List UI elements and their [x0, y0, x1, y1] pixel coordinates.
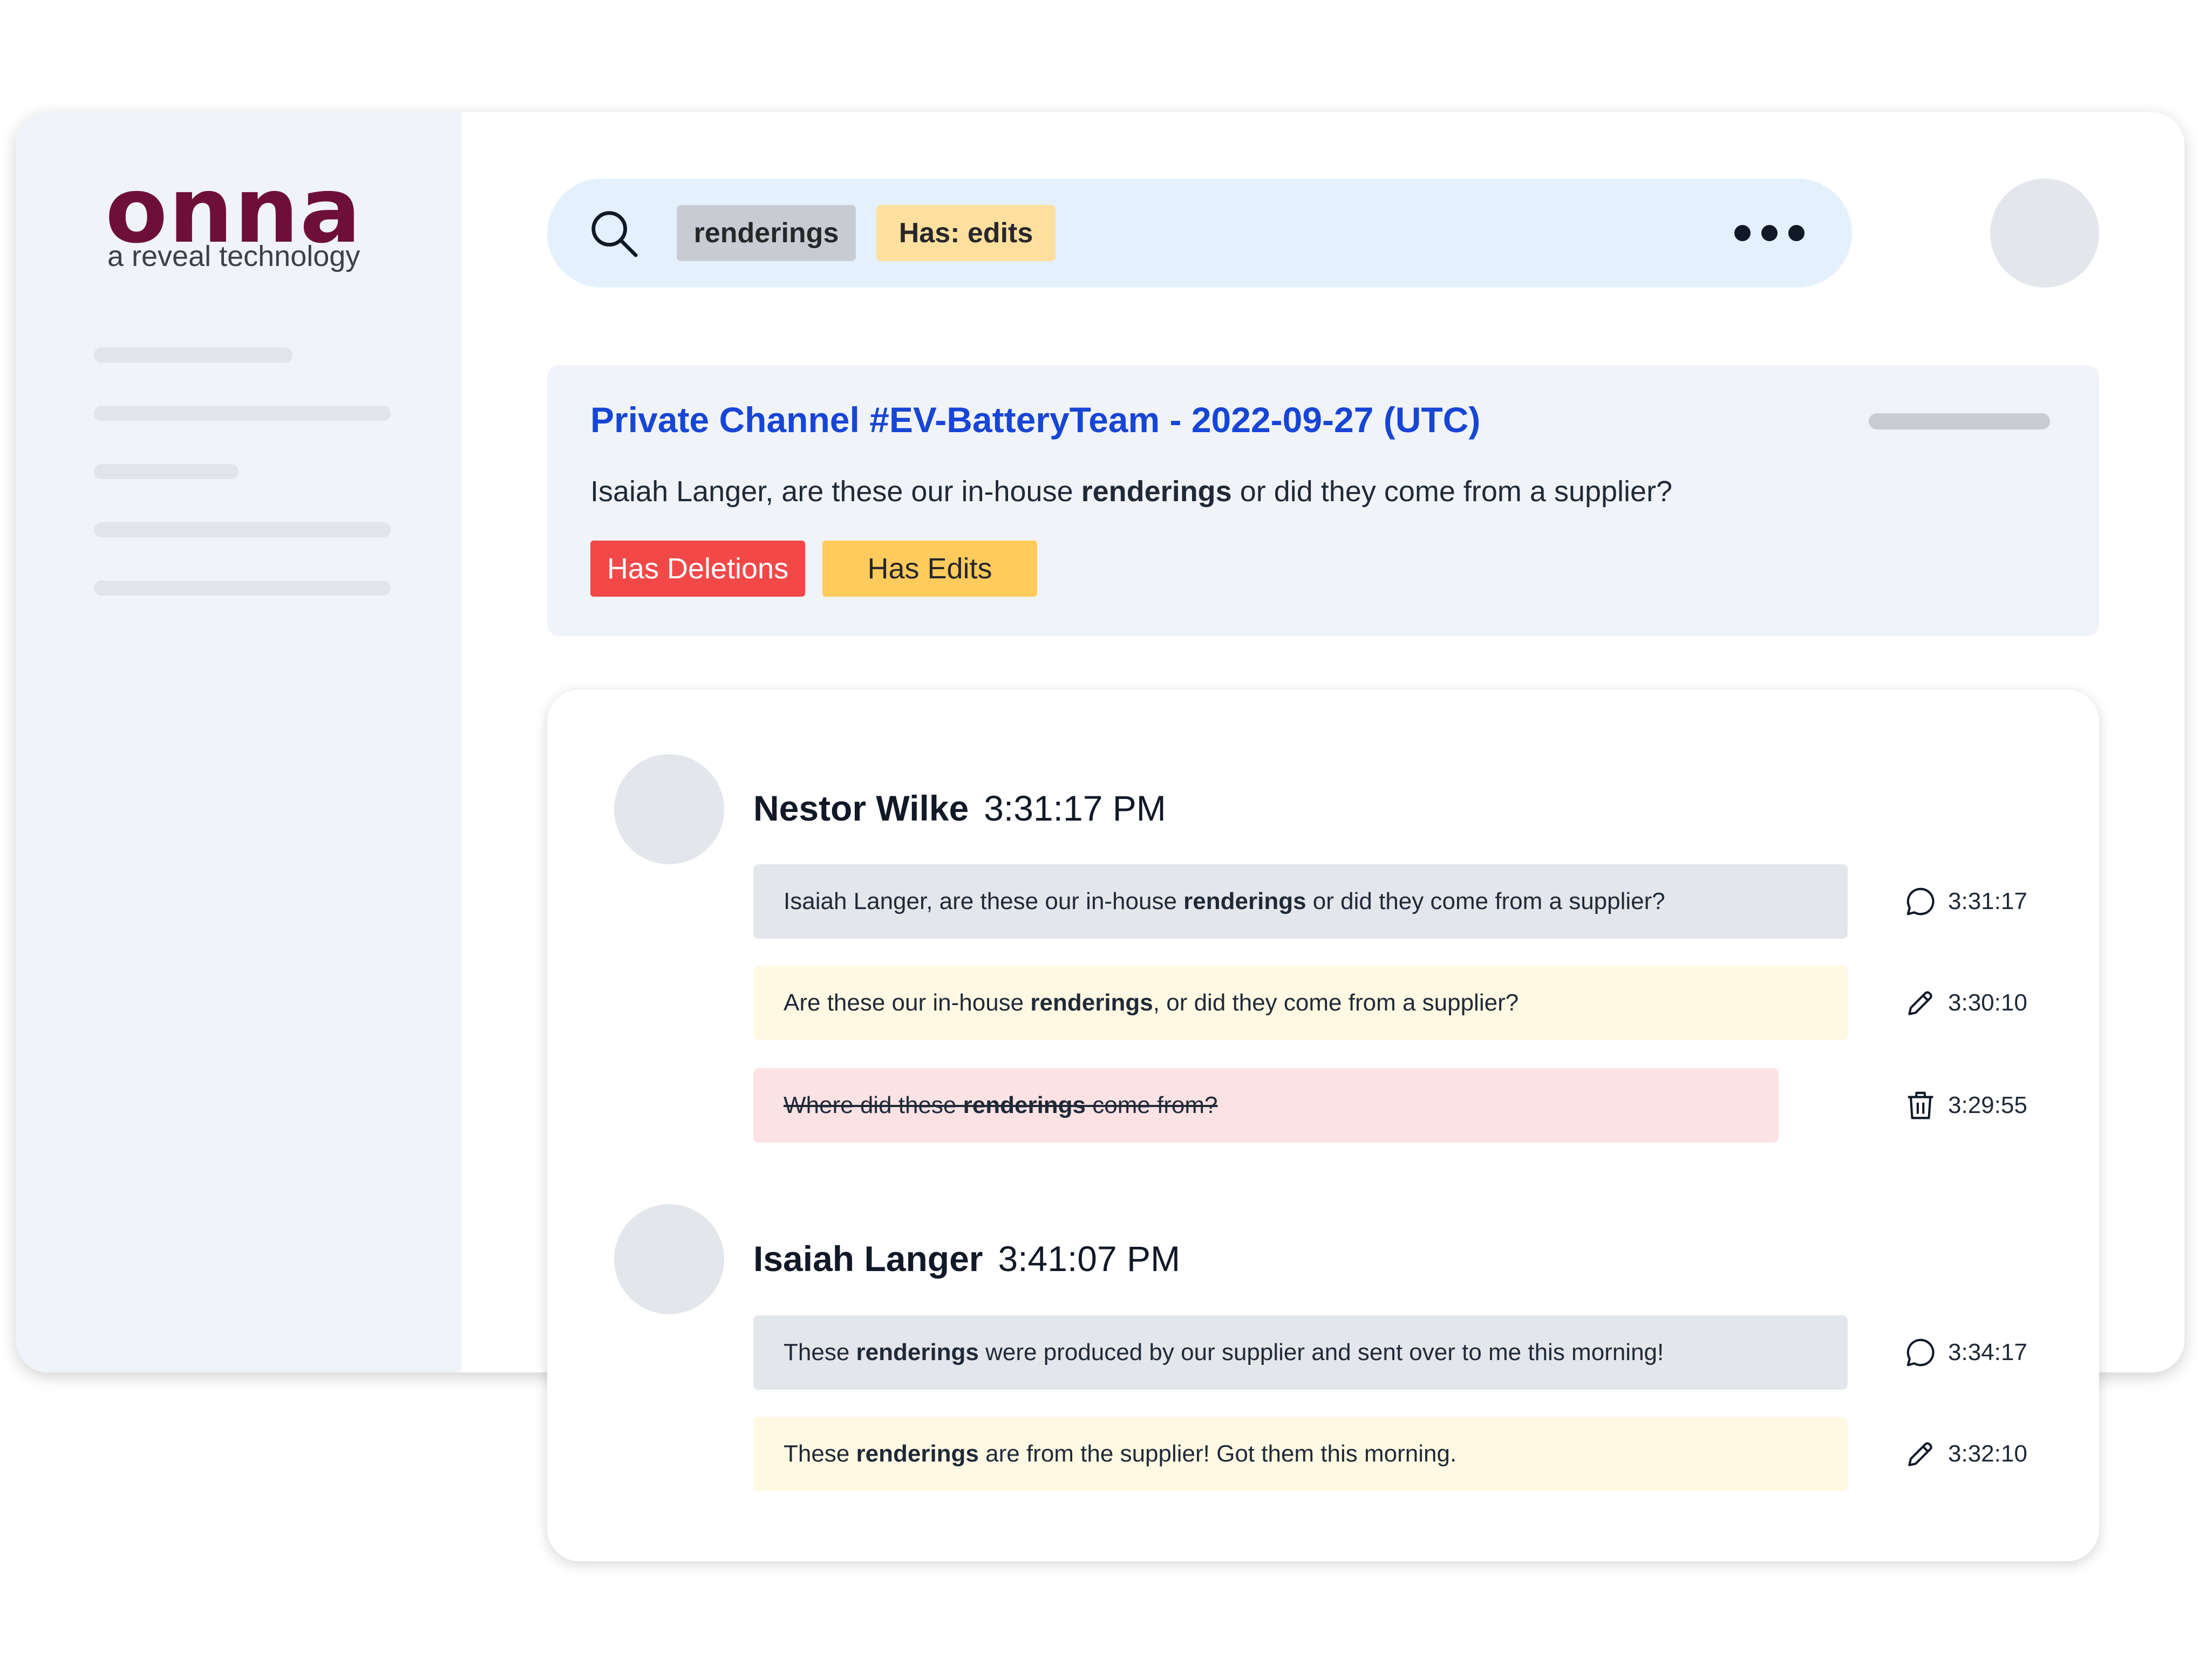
message-original: Isaiah Langer, are these our in-house re…	[753, 864, 1848, 939]
message-meta: 3:34:17	[1904, 1334, 2027, 1371]
avatar	[614, 1204, 724, 1314]
trash-icon	[1908, 1091, 1933, 1119]
message-author: Isaiah Langer 3:41:07 PM	[753, 1239, 1181, 1279]
tag-has-deletions[interactable]: Has Deletions	[590, 541, 805, 597]
message-original: These renderings were produced by our su…	[753, 1315, 1848, 1390]
tag-has-edits[interactable]: Has Edits	[822, 541, 1037, 597]
search-chip-keyword[interactable]: renderings	[677, 205, 856, 261]
pencil-icon	[1908, 1442, 1932, 1466]
avatar	[614, 754, 724, 864]
comment-icon	[1907, 1338, 1935, 1367]
user-avatar[interactable]	[1990, 179, 2099, 288]
comment-icon	[1907, 887, 1935, 916]
message-meta: 3:29:55	[1904, 1087, 2027, 1124]
message-author: Nestor Wilke 3:31:17 PM	[753, 788, 1166, 828]
sidebar-item-4[interactable]	[94, 522, 391, 537]
sidebar: onna a reveal technology	[16, 112, 461, 1372]
message-deleted: Where did these renderings come from?	[753, 1068, 1779, 1143]
pencil-icon	[1908, 991, 1932, 1015]
search-icon[interactable]	[588, 208, 639, 258]
sidebar-item-3[interactable]	[94, 464, 239, 479]
message-edit: These renderings are from the supplier! …	[753, 1417, 1848, 1491]
sidebar-item-5[interactable]	[94, 581, 391, 596]
result-snippet: Isaiah Langer, are these our in-house re…	[590, 475, 1673, 508]
sidebar-item-1[interactable]	[94, 347, 292, 363]
brand-tagline: a reveal technology	[107, 240, 360, 272]
message-meta: 3:32:10	[1904, 1435, 2027, 1473]
more-icon[interactable]	[1734, 217, 1805, 249]
search-chip-filter[interactable]: Has: edits	[876, 205, 1056, 261]
message-edit: Are these our in-house renderings, or di…	[753, 966, 1848, 1040]
message-meta: 3:30:10	[1904, 984, 2027, 1022]
sidebar-item-2[interactable]	[94, 406, 391, 421]
result-placeholder-bar	[1869, 413, 2050, 429]
message-meta: 3:31:17	[1904, 883, 2027, 920]
result-title[interactable]: Private Channel #EV-BatteryTeam - 2022-0…	[590, 399, 1480, 440]
